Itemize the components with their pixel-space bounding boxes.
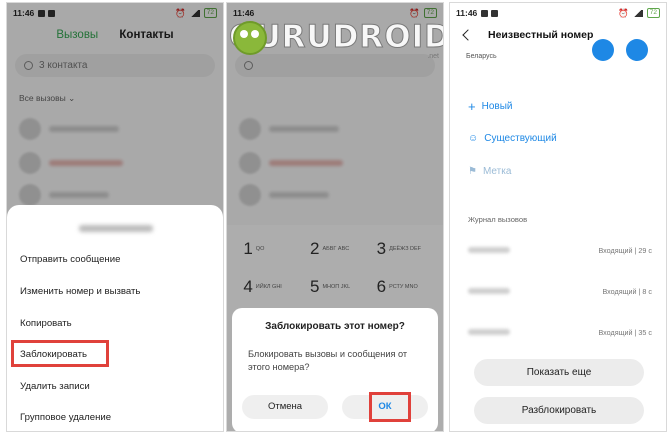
call-log-title: Журнал вызовов — [468, 215, 528, 224]
watermark: GURUDROID .net — [227, 13, 443, 61]
call-log-row: Входящий | 8 с — [468, 280, 652, 302]
action-sheet: Отправить сообщение Изменить номер и выз… — [7, 205, 223, 431]
show-more-button[interactable]: Показать еще — [474, 359, 644, 386]
watermark-suffix: .net — [427, 53, 439, 60]
dialog-message: Блокировать вызовы и сообщения от этого … — [248, 349, 408, 372]
menu-delete-records[interactable]: Удалить записи — [20, 381, 90, 392]
alarm-icon: ⏰ — [618, 7, 629, 18]
tag-action[interactable]: ⚑ Метка — [468, 166, 511, 177]
contact-title: Неизвестный номер — [488, 29, 594, 41]
plus-icon: + — [468, 99, 476, 114]
phone-block-dialog-screen: 11:46 ⏰ 72 1 QO 2 АБВГ ABC 3 ДЕЁЖЗ DEF 4… — [226, 2, 444, 432]
new-contact-action[interactable]: + Новый — [468, 99, 512, 114]
message-button[interactable] — [626, 39, 648, 61]
menu-copy[interactable]: Копировать — [20, 318, 72, 329]
menu-group-delete[interactable]: Групповое удаление — [20, 412, 111, 423]
signal-icon — [632, 9, 643, 17]
menu-send-message[interactable]: Отправить сообщение — [20, 254, 120, 265]
status-bar: 11:46 ⏰ 72 — [450, 3, 666, 23]
contact-header: Неизвестный номер Беларусь — [450, 27, 666, 67]
block-number-dialog: Заблокировать этот номер? Блокировать вы… — [232, 308, 438, 431]
sheet-title-blurred — [79, 225, 153, 232]
tag-icon: ⚑ — [468, 166, 477, 177]
parking-icon — [491, 9, 499, 17]
notification-icon — [481, 9, 489, 17]
highlight-frame — [369, 392, 411, 422]
highlight-frame — [11, 340, 109, 367]
phone-calls-screen: 11:46 ⏰ 72 Вызовы Контакты 3 контакта Вс… — [6, 2, 224, 432]
phone-contact-details-screen: 11:46 ⏰ 72 Неизвестный номер Беларусь + … — [449, 2, 667, 432]
status-time: 11:46 — [456, 8, 478, 18]
call-log-row: Входящий | 35 с — [468, 321, 652, 343]
cancel-button[interactable]: Отмена — [242, 395, 328, 419]
person-icon: ☺ — [468, 133, 479, 144]
existing-contact-action[interactable]: ☺ Существующий — [468, 133, 557, 144]
screenshot-collage: 11:46 ⏰ 72 Вызовы Контакты 3 контакта Вс… — [0, 0, 670, 436]
back-arrow-icon[interactable] — [462, 29, 474, 41]
battery-icon: 72 — [646, 8, 660, 18]
dialog-title: Заблокировать этот номер? — [265, 321, 405, 332]
menu-edit-and-call[interactable]: Изменить номер и вызвать — [20, 286, 140, 297]
call-button[interactable] — [592, 39, 614, 61]
unblock-button[interactable]: Разблокировать — [474, 397, 644, 424]
call-log-row: Входящий | 29 с — [468, 239, 652, 261]
contact-location: Беларусь — [466, 53, 497, 60]
